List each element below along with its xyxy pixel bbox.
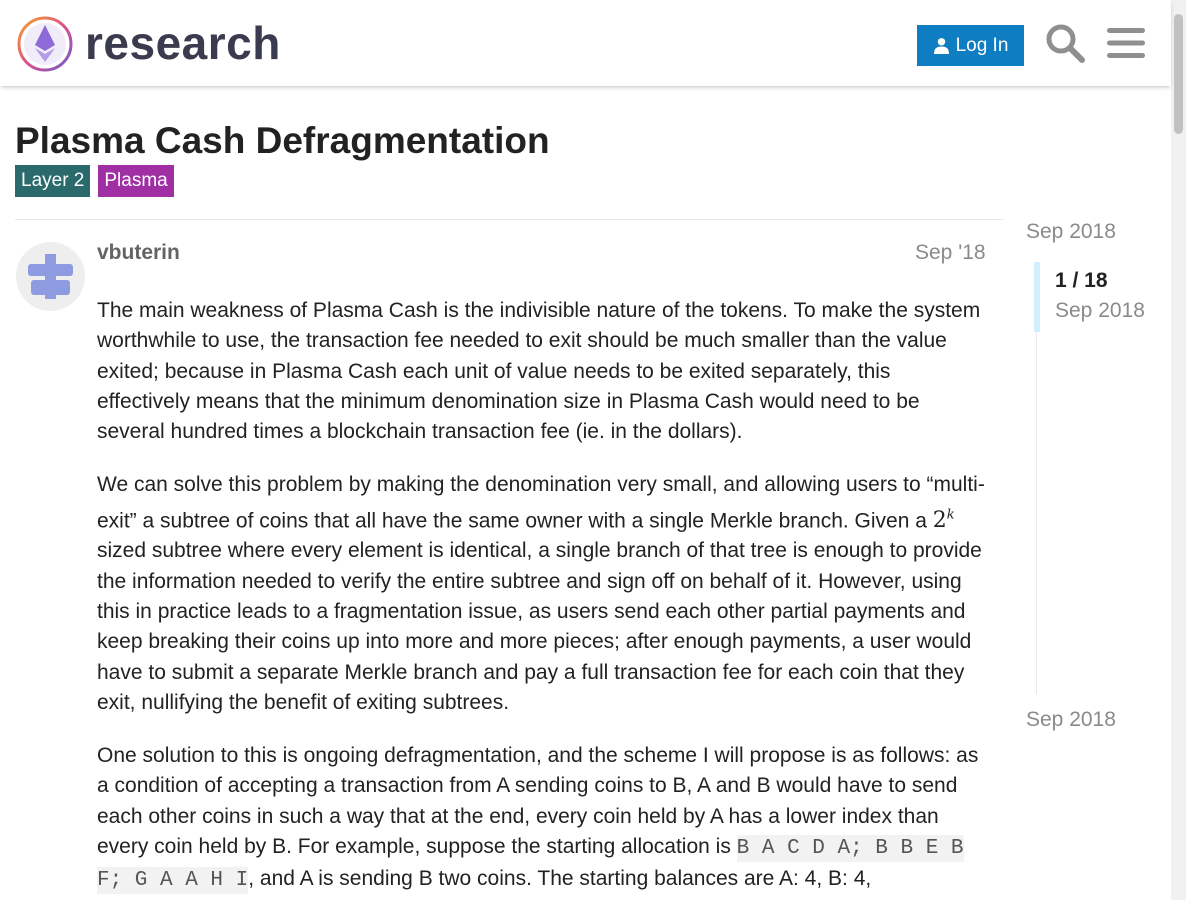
site-name[interactable]: research <box>85 14 281 72</box>
search-icon[interactable] <box>1044 22 1086 64</box>
post-date[interactable]: Sep '18 <box>915 240 986 266</box>
math-exponent: k <box>946 507 955 523</box>
post-paragraph: The main weakness of Plasma Cash is the … <box>97 299 981 444</box>
login-button[interactable]: Log In <box>917 25 1024 66</box>
divider <box>15 219 1004 220</box>
text-span: , and A is sending B two coins. The star… <box>248 867 872 891</box>
menu-icon[interactable] <box>1105 22 1147 64</box>
logo-icon[interactable] <box>16 15 74 73</box>
avatar[interactable] <box>16 242 85 311</box>
post-body: The main weakness of Plasma Cash is the … <box>97 296 989 920</box>
math-base: 2 <box>932 508 947 534</box>
tag-plasma[interactable]: Plasma <box>98 165 174 197</box>
timeline-end-date[interactable]: Sep 2018 <box>1026 708 1116 732</box>
scrollbar-thumb[interactable] <box>1174 14 1183 134</box>
post-author[interactable]: vbuterin <box>97 240 180 266</box>
page-scrollbar[interactable] <box>1171 0 1186 900</box>
text-span: We can solve this problem by making the … <box>97 473 985 533</box>
user-icon <box>933 38 949 54</box>
post-paragraph: We can solve this problem by making the … <box>97 470 989 718</box>
topic-tags: Layer 2 Plasma <box>15 165 174 197</box>
site-header: research Log In <box>0 0 1171 86</box>
post-paragraph: One solution to this is ongoing defragme… <box>97 741 989 896</box>
math-expression: 2k <box>933 508 955 533</box>
topic-title[interactable]: Plasma Cash Defragmentation <box>15 118 550 164</box>
timeline-current-date: Sep 2018 <box>1055 299 1145 322</box>
timeline-position: 1 / 18 <box>1055 269 1108 292</box>
tag-layer-2[interactable]: Layer 2 <box>15 165 91 197</box>
timeline-handle[interactable] <box>1034 262 1040 332</box>
login-label: Log In <box>955 34 1009 56</box>
timeline-start-date[interactable]: Sep 2018 <box>1026 220 1116 244</box>
text-span: sized subtree where every element is ide… <box>97 539 982 714</box>
